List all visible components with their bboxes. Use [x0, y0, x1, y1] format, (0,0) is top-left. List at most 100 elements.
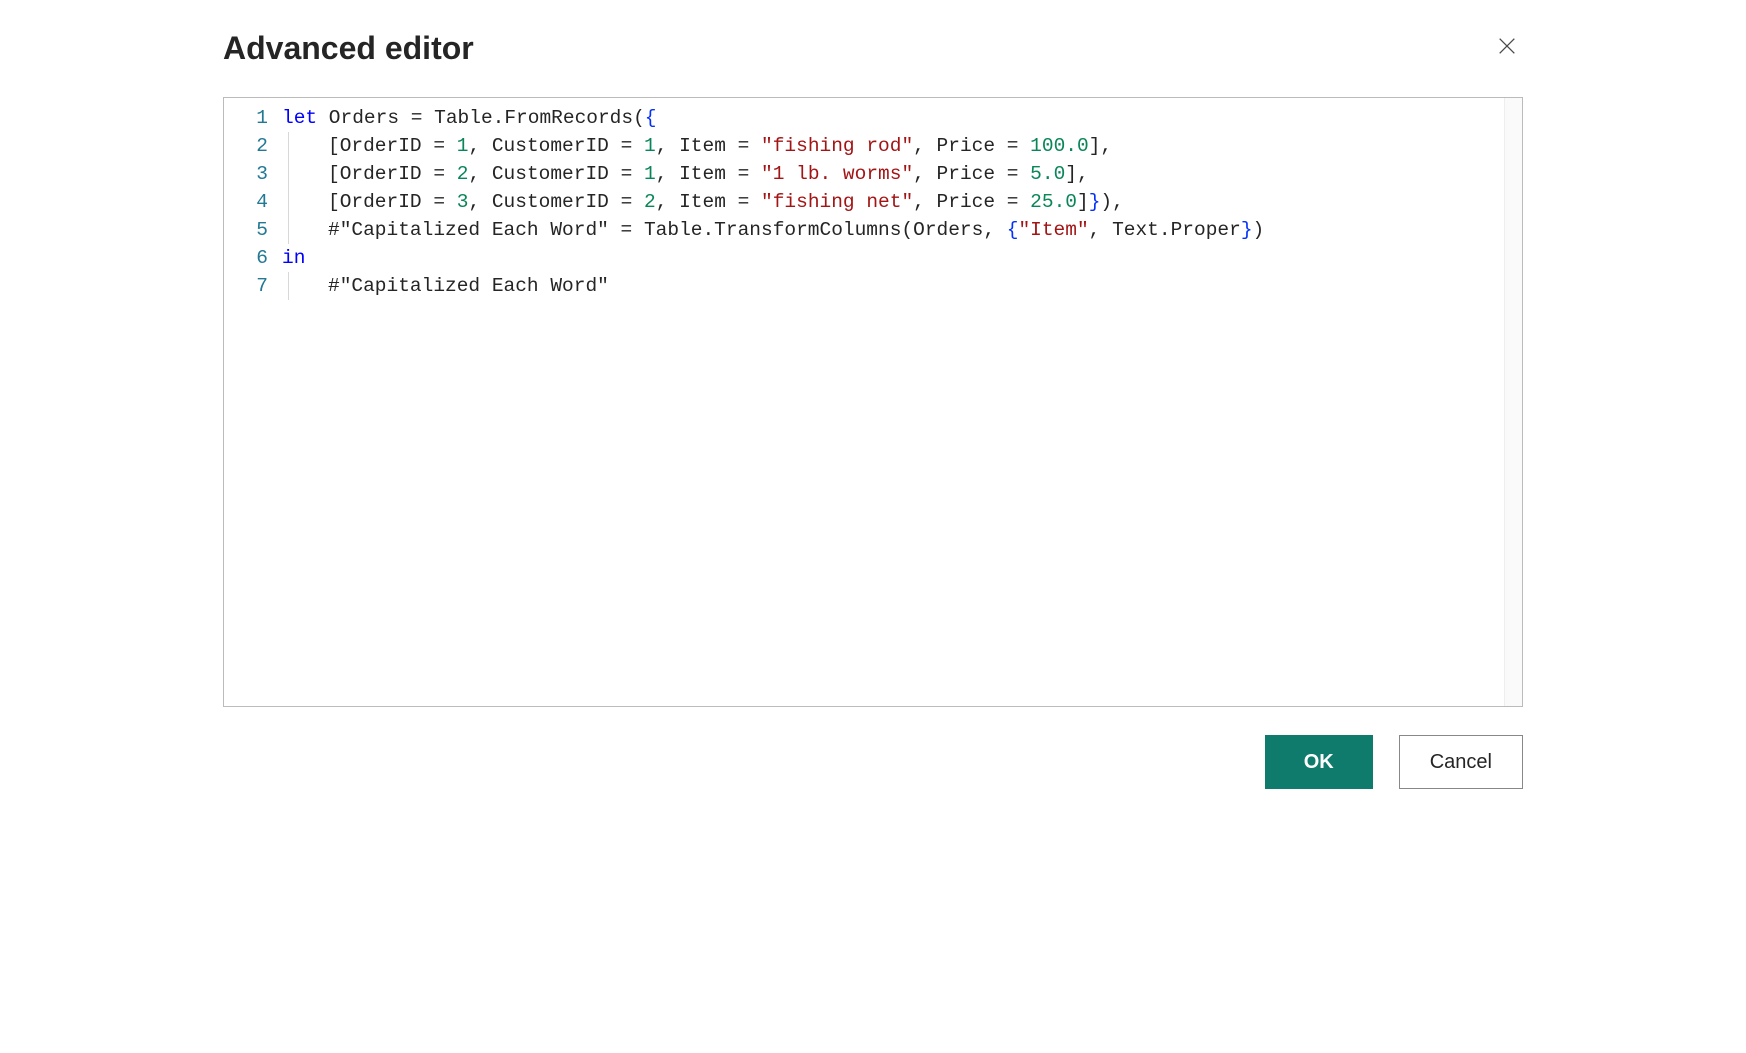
code-token: OrderID: [340, 191, 434, 213]
code-token: CustomerID: [492, 191, 621, 213]
code-token: Item: [679, 135, 738, 157]
code-line[interactable]: #"Capitalized Each Word" = Table.Transfo…: [282, 216, 1522, 244]
code-token: Price: [937, 191, 1007, 213]
code-token: 25.0: [1030, 191, 1077, 213]
code-token: ,: [913, 135, 936, 157]
dialog-footer: OK Cancel: [223, 735, 1523, 789]
code-token: =: [738, 191, 761, 213]
code-token: Orders: [317, 107, 411, 129]
code-token: =: [621, 191, 644, 213]
code-token: let: [282, 107, 317, 129]
code-line[interactable]: [OrderID = 2, CustomerID = 1, Item = "1 …: [282, 160, 1522, 188]
code-token: =: [738, 163, 761, 185]
line-number: 2: [224, 132, 268, 160]
code-token: #"Capitalized Each Word": [328, 219, 609, 241]
code-token: ): [1100, 191, 1112, 213]
code-token: Price: [937, 163, 1007, 185]
indent-guide: [288, 188, 289, 216]
code-token: Item: [679, 191, 738, 213]
code-token: 1: [457, 135, 469, 157]
close-icon: [1496, 35, 1518, 62]
code-token: 1: [644, 135, 656, 157]
indent-guide: [288, 160, 289, 188]
code-token: Table.TransformColumns: [644, 219, 901, 241]
code-token: ,: [656, 163, 679, 185]
code-token: Item: [679, 163, 738, 185]
cancel-button[interactable]: Cancel: [1399, 735, 1523, 789]
code-token: =: [433, 163, 456, 185]
code-token: =: [1007, 191, 1030, 213]
code-token: OrderID: [340, 135, 434, 157]
code-token: Orders: [913, 219, 983, 241]
advanced-editor-dialog: Advanced editor 1234567 let Orders = Tab…: [193, 30, 1553, 789]
code-token: =: [621, 135, 644, 157]
code-token: [: [328, 135, 340, 157]
dialog-title: Advanced editor: [223, 30, 474, 67]
code-token: }: [1241, 219, 1253, 241]
code-line[interactable]: [OrderID = 3, CustomerID = 2, Item = "fi…: [282, 188, 1522, 216]
code-token: (: [633, 107, 645, 129]
code-token: #"Capitalized Each Word": [328, 275, 609, 297]
ok-button[interactable]: OK: [1265, 735, 1373, 789]
code-token: =: [411, 107, 434, 129]
indent-guide: [288, 216, 289, 244]
line-number: 5: [224, 216, 268, 244]
line-number: 4: [224, 188, 268, 216]
code-token: (: [901, 219, 913, 241]
editor-scrollbar[interactable]: [1504, 98, 1522, 706]
code-token: Table.FromRecords: [434, 107, 633, 129]
code-token: =: [433, 135, 456, 157]
code-token: "Item": [1018, 219, 1088, 241]
line-number: 3: [224, 160, 268, 188]
code-token: }: [1089, 191, 1101, 213]
code-line[interactable]: [OrderID = 1, CustomerID = 1, Item = "fi…: [282, 132, 1522, 160]
code-token: =: [609, 219, 644, 241]
code-token: ,: [913, 191, 936, 213]
code-token: =: [621, 163, 644, 185]
code-token: Text.Proper: [1112, 219, 1241, 241]
code-token: ]: [1065, 163, 1077, 185]
code-token: =: [1007, 163, 1030, 185]
indent-guide: [288, 132, 289, 160]
code-token: ,: [983, 219, 1006, 241]
code-token: [: [328, 191, 340, 213]
code-token: ,: [1100, 135, 1112, 157]
code-token: Price: [937, 135, 1007, 157]
code-token: CustomerID: [492, 135, 621, 157]
code-token: 3: [457, 191, 469, 213]
code-token: in: [282, 247, 305, 269]
code-line[interactable]: #"Capitalized Each Word": [282, 272, 1522, 300]
code-token: {: [645, 107, 657, 129]
code-token: "fishing net": [761, 191, 913, 213]
code-token: "1 lb. worms": [761, 163, 913, 185]
code-token: ,: [468, 135, 491, 157]
indent-guide: [288, 272, 289, 300]
code-token: ): [1253, 219, 1265, 241]
code-token: ,: [468, 163, 491, 185]
code-token: =: [738, 135, 761, 157]
code-line[interactable]: let Orders = Table.FromRecords({: [282, 104, 1522, 132]
code-token: CustomerID: [492, 163, 621, 185]
code-token: 2: [644, 191, 656, 213]
code-token: 2: [457, 163, 469, 185]
line-number: 1: [224, 104, 268, 132]
line-number-gutter: 1234567: [224, 104, 282, 300]
code-token: =: [1007, 135, 1030, 157]
code-token: "fishing rod": [761, 135, 913, 157]
code-token: =: [433, 191, 456, 213]
code-token: [: [328, 163, 340, 185]
code-token: ,: [913, 163, 936, 185]
code-token: ,: [656, 135, 679, 157]
code-token: ]: [1089, 135, 1101, 157]
code-line[interactable]: in: [282, 244, 1522, 272]
code-token: {: [1007, 219, 1019, 241]
code-area[interactable]: let Orders = Table.FromRecords({[OrderID…: [282, 104, 1522, 300]
close-button[interactable]: [1491, 30, 1523, 67]
code-token: ,: [1089, 219, 1112, 241]
code-token: ,: [656, 191, 679, 213]
line-number: 6: [224, 244, 268, 272]
code-editor[interactable]: 1234567 let Orders = Table.FromRecords({…: [223, 97, 1523, 707]
code-token: 1: [644, 163, 656, 185]
code-token: ]: [1077, 191, 1089, 213]
code-token: ,: [1077, 163, 1089, 185]
